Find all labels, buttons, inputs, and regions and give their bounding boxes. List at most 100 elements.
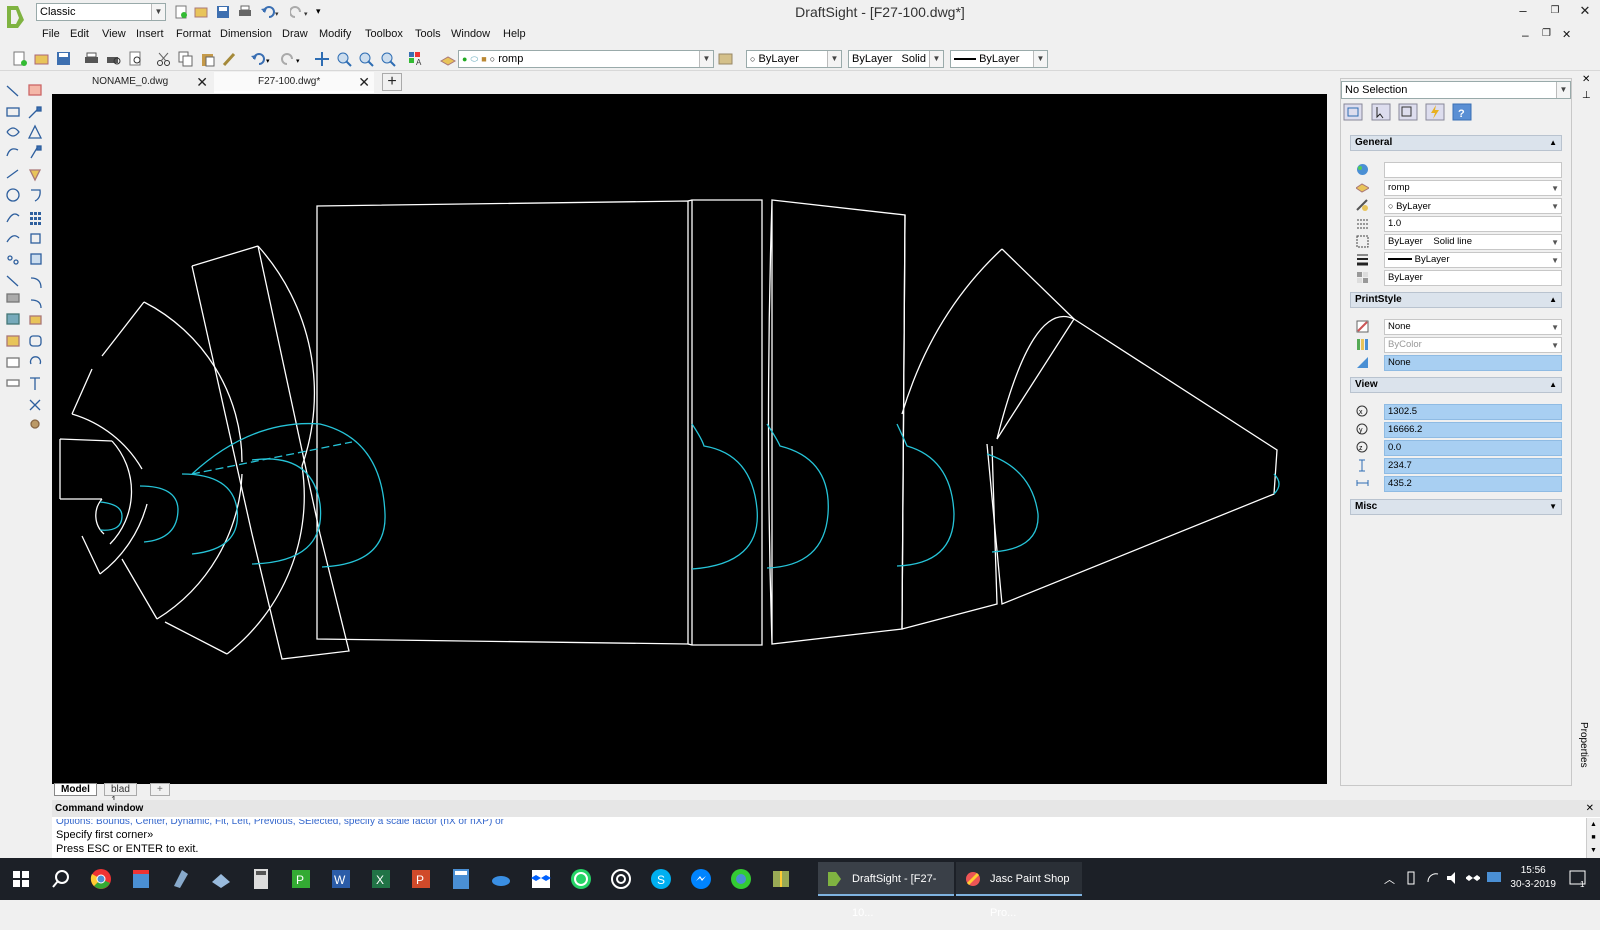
- page-setup-icon[interactable]: [128, 51, 144, 67]
- printtype-field[interactable]: None: [1384, 355, 1562, 371]
- copy-icon[interactable]: [178, 51, 194, 67]
- select-objects-icon[interactable]: [1371, 103, 1391, 121]
- display-icon[interactable]: [1486, 870, 1502, 886]
- zoom-previous-icon[interactable]: [380, 51, 396, 67]
- linetype-field[interactable]: ○ ByLayer ▼: [1384, 198, 1562, 214]
- cut-icon[interactable]: [156, 51, 172, 67]
- close-tab-icon[interactable]: ✕: [196, 72, 208, 92]
- center-z-field[interactable]: 0.0: [1384, 440, 1562, 456]
- layer-field[interactable]: romp ▼: [1384, 180, 1562, 196]
- task-paintshop[interactable]: Jasc Paint Shop Pro...: [956, 862, 1082, 919]
- tab-noname[interactable]: NONAME_0.dwg ✕: [52, 72, 212, 93]
- undo-icon[interactable]: ▾: [250, 51, 272, 67]
- calendar-app-icon[interactable]: [128, 866, 154, 892]
- transparency-field[interactable]: ByLayer: [1384, 270, 1562, 286]
- wifi-icon[interactable]: [1426, 870, 1440, 886]
- lightning-icon[interactable]: [1425, 103, 1445, 121]
- menu-dimension[interactable]: Dimension: [220, 28, 272, 40]
- menu-draw[interactable]: Draw: [282, 28, 308, 40]
- dropbox-icon[interactable]: [528, 866, 554, 892]
- zoom-icon[interactable]: [336, 51, 352, 67]
- center-x-field[interactable]: 1302.5: [1384, 404, 1562, 420]
- menu-tools[interactable]: Tools: [415, 28, 441, 40]
- center-y-field[interactable]: 16666.2: [1384, 422, 1562, 438]
- minimize-button[interactable]: –: [1508, 3, 1538, 18]
- paste-icon[interactable]: [200, 51, 216, 67]
- redo-icon[interactable]: ▾: [280, 51, 302, 67]
- save-icon[interactable]: [56, 51, 72, 67]
- command-scrollbar[interactable]: ▲ ■ ▼: [1586, 818, 1600, 858]
- linestyle-select[interactable]: ByLayer Solid line ▼: [848, 50, 944, 68]
- tab-blad1[interactable]: blad 1: [104, 783, 137, 806]
- menu-file[interactable]: File: [42, 28, 60, 40]
- menu-toolbox[interactable]: Toolbox: [365, 28, 403, 40]
- word-icon[interactable]: W: [328, 866, 354, 892]
- windows-start-icon[interactable]: [8, 866, 34, 892]
- drawing-canvas[interactable]: [52, 94, 1327, 784]
- pan-icon[interactable]: [314, 51, 330, 67]
- doc-restore-button[interactable]: ❐: [1542, 28, 1551, 39]
- section-misc[interactable]: Misc ▼: [1350, 499, 1562, 515]
- close-icon[interactable]: ✕: [1586, 800, 1594, 817]
- close-button[interactable]: ✕: [1570, 3, 1600, 19]
- menu-insert[interactable]: Insert: [136, 28, 164, 40]
- menu-modify[interactable]: Modify: [319, 28, 351, 40]
- target-app-icon[interactable]: [608, 866, 634, 892]
- archive-app-icon[interactable]: [768, 866, 794, 892]
- pin-icon[interactable]: ⊥: [1582, 90, 1591, 101]
- add-layout-button[interactable]: +: [150, 783, 170, 796]
- tab-f27-100[interactable]: F27-100.dwg* ✕: [214, 72, 374, 93]
- drive-app-icon[interactable]: [208, 866, 234, 892]
- layer-state-icon[interactable]: A: [408, 51, 426, 67]
- quick-select-icon[interactable]: [1343, 103, 1363, 121]
- section-printstyle[interactable]: PrintStyle ▲: [1350, 292, 1562, 308]
- doc-minimize-button[interactable]: –: [1522, 28, 1529, 42]
- messenger-icon[interactable]: [688, 866, 714, 892]
- lineweight-field[interactable]: ByLayer ▼: [1384, 252, 1562, 268]
- height-field[interactable]: 234.7: [1384, 458, 1562, 474]
- dropbox-tray-icon[interactable]: [1466, 870, 1480, 886]
- maximize-button[interactable]: ❐: [1540, 5, 1570, 16]
- layer-previous-icon[interactable]: [718, 51, 734, 67]
- doc-close-button[interactable]: ✕: [1562, 28, 1571, 41]
- printstyle-field[interactable]: None ▼: [1384, 319, 1562, 335]
- chrome-icon[interactable]: [88, 866, 114, 892]
- open-icon[interactable]: [34, 51, 50, 67]
- toggle-pickadd-icon[interactable]: [1398, 103, 1418, 121]
- notes-app-icon[interactable]: [168, 866, 194, 892]
- linestyle-field[interactable]: ByLayer Solid line ▼: [1384, 234, 1562, 250]
- help-icon[interactable]: ?: [1452, 103, 1472, 121]
- zoom-window-icon[interactable]: [358, 51, 374, 67]
- width-field[interactable]: 435.2: [1384, 476, 1562, 492]
- excel-icon[interactable]: X: [368, 866, 394, 892]
- task-draftsight[interactable]: DraftSight - [F27-10...: [818, 862, 954, 919]
- properties-side-label[interactable]: Properties: [1578, 722, 1589, 768]
- chevron-up-icon[interactable]: ︿: [1384, 871, 1395, 887]
- search-icon[interactable]: [48, 866, 74, 892]
- linescale-field[interactable]: 1.0: [1384, 216, 1562, 232]
- close-tab-icon[interactable]: ✕: [358, 72, 370, 92]
- onedrive-icon[interactable]: [488, 866, 514, 892]
- maps-app-icon[interactable]: [728, 866, 754, 892]
- new-icon[interactable]: [12, 51, 28, 67]
- layer-select[interactable]: ● ⬭ ■ ○ romp ▼: [458, 50, 714, 68]
- section-general[interactable]: General ▲: [1350, 135, 1562, 151]
- notifications-icon[interactable]: 1: [1568, 868, 1588, 888]
- close-icon[interactable]: ✕: [1582, 74, 1590, 85]
- skype-icon[interactable]: S: [648, 866, 674, 892]
- menu-format[interactable]: Format: [176, 28, 211, 40]
- menu-edit[interactable]: Edit: [70, 28, 89, 40]
- section-view[interactable]: View ▲: [1350, 377, 1562, 393]
- print-icon[interactable]: [84, 51, 100, 67]
- calc-app-icon[interactable]: [448, 866, 474, 892]
- match-properties-icon[interactable]: [222, 51, 238, 67]
- whatsapp-icon[interactable]: [568, 866, 594, 892]
- tab-model[interactable]: Model: [54, 783, 97, 796]
- tool-icons[interactable]: [4, 82, 46, 462]
- calculator-icon[interactable]: [248, 866, 274, 892]
- volume-icon[interactable]: [1446, 870, 1460, 886]
- lineweight-select[interactable]: ByLayer ▼: [950, 50, 1048, 68]
- taskbar-clock[interactable]: 15:56 30-3-2019: [1510, 864, 1556, 892]
- color-select[interactable]: ○ ByLayer ▼: [746, 50, 842, 68]
- project-app-icon[interactable]: P: [288, 866, 314, 892]
